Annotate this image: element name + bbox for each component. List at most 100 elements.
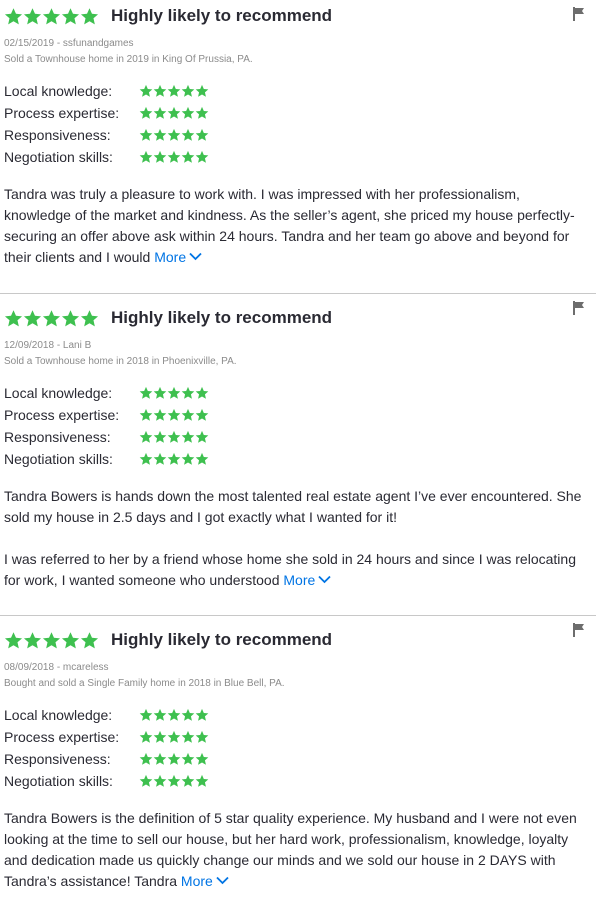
star-icon [167, 774, 181, 787]
star-icon [139, 386, 153, 399]
sub-rating-label: Process expertise: [4, 407, 120, 423]
star-icon [139, 430, 153, 443]
chevron-down-icon [318, 575, 331, 584]
reviews-list: Highly likely to recommend 02/15/2019 - … [0, 0, 609, 899]
star-icon [153, 386, 167, 399]
sub-rating-label: Process expertise: [4, 105, 120, 121]
sub-rating-stars [139, 708, 209, 722]
star-icon [181, 408, 195, 421]
review-body: Tandra Bowers is hands down the most tal… [4, 486, 586, 591]
star-icon [181, 106, 195, 119]
star-icon [153, 708, 167, 721]
review-headline: Highly likely to recommend [111, 308, 333, 327]
more-link[interactable]: More [181, 873, 229, 889]
star-icon [153, 106, 167, 119]
star-icon [167, 128, 181, 141]
review-card: Highly likely to recommend 08/09/2018 - … [0, 615, 596, 899]
flag-icon[interactable] [572, 300, 586, 316]
star-icon [195, 708, 209, 721]
star-icon [139, 106, 153, 119]
sub-rating-row: Responsiveness: [4, 426, 586, 448]
star-icon [139, 128, 153, 141]
review-card: Highly likely to recommend 12/09/2018 - … [0, 293, 596, 615]
more-link[interactable]: More [154, 249, 202, 265]
star-icon [195, 730, 209, 743]
sub-rating-label: Responsiveness: [4, 127, 111, 143]
review-header: Highly likely to recommend [4, 302, 586, 334]
star-icon [139, 84, 153, 97]
star-icon [153, 730, 167, 743]
review-date-author: 08/09/2018 - mcareless [4, 662, 109, 673]
review-transaction: Bought and sold a Single Family home in … [4, 678, 285, 689]
sub-rating-label: Local knowledge: [4, 707, 113, 723]
sub-rating-label: Negotiation skills: [4, 149, 113, 165]
more-link[interactable]: More [283, 572, 331, 588]
review-header: Highly likely to recommend [4, 624, 586, 656]
sub-rating-stars [139, 430, 209, 444]
star-icon [181, 752, 195, 765]
review-date-author: 02/15/2019 - ssfunandgames [4, 38, 134, 49]
sub-rating-stars [139, 84, 209, 98]
flag-icon[interactable] [572, 6, 586, 22]
star-icon [167, 430, 181, 443]
star-icon [153, 150, 167, 163]
star-icon [23, 631, 42, 648]
sub-rating-stars [139, 408, 209, 422]
star-icon [153, 774, 167, 787]
star-icon [139, 730, 153, 743]
sub-rating-row: Process expertise: [4, 404, 586, 426]
sub-ratings: Local knowledge: Process expertise: Respon… [4, 80, 586, 168]
sub-rating-row: Process expertise: [4, 102, 586, 124]
sub-rating-label: Local knowledge: [4, 385, 113, 401]
star-icon [181, 84, 195, 97]
star-icon [23, 309, 42, 326]
star-icon [61, 631, 80, 648]
sub-rating-label: Negotiation skills: [4, 773, 113, 789]
star-icon [61, 7, 80, 24]
star-icon [195, 408, 209, 421]
overall-rating-stars [4, 309, 99, 328]
flag-icon[interactable] [572, 622, 586, 638]
star-icon [167, 708, 181, 721]
star-icon [4, 7, 23, 24]
review-paragraph: I was referred to her by a friend whose … [4, 551, 576, 588]
star-icon [153, 430, 167, 443]
sub-rating-stars [139, 730, 209, 744]
sub-rating-row: Responsiveness: [4, 748, 586, 770]
sub-rating-row: Local knowledge: [4, 382, 586, 404]
star-icon [61, 309, 80, 326]
star-icon [139, 708, 153, 721]
star-icon [181, 386, 195, 399]
star-icon [167, 150, 181, 163]
star-icon [139, 408, 153, 421]
chevron-down-icon [216, 876, 229, 885]
sub-rating-stars [139, 106, 209, 120]
star-icon [167, 730, 181, 743]
star-icon [139, 452, 153, 465]
review-headline: Highly likely to recommend [111, 6, 333, 25]
star-icon [195, 386, 209, 399]
sub-rating-label: Local knowledge: [4, 83, 113, 99]
star-icon [195, 774, 209, 787]
star-icon [167, 106, 181, 119]
star-icon [195, 150, 209, 163]
sub-rating-label: Process expertise: [4, 729, 120, 745]
star-icon [80, 309, 99, 326]
star-icon [42, 309, 61, 326]
star-icon [42, 631, 61, 648]
star-icon [139, 150, 153, 163]
star-icon [167, 386, 181, 399]
star-icon [153, 752, 167, 765]
star-icon [153, 84, 167, 97]
star-icon [195, 752, 209, 765]
star-icon [139, 774, 153, 787]
star-icon [153, 128, 167, 141]
sub-ratings: Local knowledge: Process expertise: Respon… [4, 704, 586, 792]
star-icon [167, 408, 181, 421]
star-icon [80, 7, 99, 24]
sub-rating-label: Responsiveness: [4, 751, 111, 767]
star-icon [23, 7, 42, 24]
sub-rating-stars [139, 774, 209, 788]
overall-rating-stars [4, 7, 99, 26]
star-icon [139, 752, 153, 765]
